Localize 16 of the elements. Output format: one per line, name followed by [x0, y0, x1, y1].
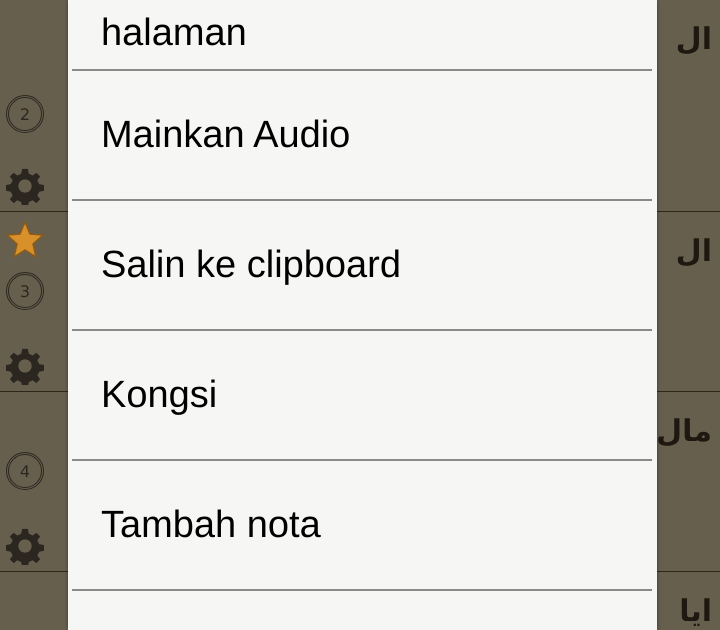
star-icon[interactable] — [5, 220, 45, 260]
arabic-verse: مال — [656, 413, 712, 451]
settings-icon[interactable] — [6, 167, 44, 205]
verse-number: 2 — [6, 95, 44, 133]
arabic-verse: ال — [676, 233, 712, 271]
verse-number: 3 — [6, 272, 44, 310]
arabic-verse: ال — [676, 21, 712, 59]
menu-item[interactable]: Mainkan Audio — [72, 71, 652, 201]
verse-number: 4 — [6, 452, 44, 490]
menu-item[interactable]: halaman — [72, 0, 652, 71]
menu-item[interactable]: Tambah nota — [72, 461, 652, 591]
arabic-verse: ايا — [679, 593, 712, 630]
menu-item[interactable]: Salin ke clipboard — [72, 201, 652, 331]
menu-item[interactable]: Kongsi — [72, 331, 652, 461]
settings-icon[interactable] — [6, 347, 44, 385]
settings-icon[interactable] — [6, 527, 44, 565]
